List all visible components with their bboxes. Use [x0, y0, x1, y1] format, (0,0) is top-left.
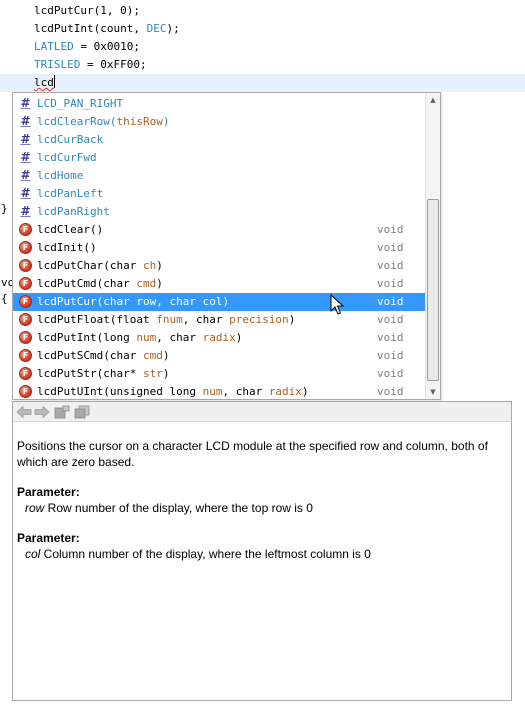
- forward-arrow-icon[interactable]: [34, 405, 50, 419]
- return-type: void: [377, 367, 404, 380]
- goto-declaration-icon[interactable]: [54, 405, 70, 419]
- hash-icon: #: [20, 150, 31, 164]
- parameter-heading: Parameter:: [17, 485, 80, 499]
- parameter-block: Parameter: col Column number of the disp…: [17, 530, 507, 562]
- completion-item[interactable]: # lcdPanRight: [13, 203, 425, 221]
- completion-signature: lcdCurFwd: [37, 151, 97, 164]
- completion-signature: lcdPutCur(char row, char col): [37, 295, 230, 308]
- function-icon: F: [19, 259, 32, 272]
- hash-icon: #: [20, 114, 31, 128]
- completion-item[interactable]: FlcdInit() void: [13, 239, 425, 257]
- code-line[interactable]: TRISLED = 0xFF00;: [34, 56, 147, 74]
- return-type: void: [377, 223, 404, 236]
- completion-signature: lcdPanLeft: [37, 187, 104, 200]
- completion-item[interactable]: FlcdPutSCmd(char cmd) void: [13, 347, 425, 365]
- completion-signature: LCD_PAN_RIGHT: [37, 97, 124, 110]
- function-icon: F: [19, 277, 32, 290]
- completion-item[interactable]: FlcdPutFloat(float fnum, char precision)…: [13, 311, 425, 329]
- code-line[interactable]: lcdPutInt(count, DEC);: [34, 20, 180, 38]
- copy-icon[interactable]: [74, 405, 90, 419]
- completion-item[interactable]: FlcdPutCur(char row, char col) void: [13, 293, 425, 311]
- completion-popup[interactable]: # LCD_PAN_RIGHT # lcdClearRow(thisRow) # lcdC…: [12, 92, 441, 400]
- current-code-line[interactable]: lcd: [0, 74, 525, 92]
- back-arrow-icon[interactable]: [16, 405, 32, 419]
- parameter-heading: Parameter:: [17, 531, 80, 545]
- text-caret: [53, 75, 55, 88]
- parameter-name: row: [25, 501, 45, 515]
- return-type: void: [377, 277, 404, 290]
- hash-icon: #: [20, 96, 31, 110]
- scrollbar-thumb[interactable]: [427, 199, 439, 381]
- hash-icon: #: [20, 204, 31, 218]
- return-type: void: [377, 241, 404, 254]
- parameter-description: col Column number of the display, where …: [25, 547, 371, 561]
- hash-icon: #: [20, 168, 31, 182]
- return-type: void: [377, 313, 404, 326]
- return-type: void: [377, 259, 404, 272]
- function-icon: F: [19, 223, 32, 236]
- completion-item[interactable]: FlcdPutChar(char ch) void: [13, 257, 425, 275]
- completion-item[interactable]: # lcdHome: [13, 167, 425, 185]
- completion-signature: lcdPutUInt(unsigned long num, char radix…: [37, 385, 309, 398]
- return-type: void: [377, 331, 404, 344]
- function-icon: F: [19, 367, 32, 380]
- parameter-name: col: [25, 547, 41, 561]
- completion-item[interactable]: # lcdCurFwd: [13, 149, 425, 167]
- completion-signature: lcdClear(): [37, 223, 104, 236]
- scroll-up-arrow-icon[interactable]: ▲: [426, 93, 440, 107]
- completion-signature: lcdPutSCmd(char cmd): [37, 349, 170, 362]
- function-icon: F: [19, 241, 32, 254]
- completion-item[interactable]: # LCD_PAN_RIGHT: [13, 95, 425, 113]
- function-icon: F: [19, 385, 32, 398]
- completion-signature: lcdPanRight: [37, 205, 110, 218]
- hash-icon: #: [20, 186, 31, 200]
- completion-signature: lcdPutInt(long num, char radix): [37, 331, 243, 344]
- completion-scrollbar[interactable]: ▲ ▼: [425, 93, 440, 399]
- hash-icon: #: [20, 132, 31, 146]
- completion-signature: lcdHome: [37, 169, 84, 182]
- parameter-description: row Row number of the display, where the…: [25, 501, 313, 515]
- completion-item[interactable]: # lcdPanLeft: [13, 185, 425, 203]
- completion-item[interactable]: FlcdPutInt(long num, char radix) void: [13, 329, 425, 347]
- mouse-pointer-icon: [330, 294, 344, 315]
- completion-signature: lcdClearRow(thisRow): [37, 115, 170, 128]
- function-icon: F: [19, 349, 32, 362]
- return-type: void: [377, 295, 404, 308]
- return-type: void: [377, 349, 404, 362]
- completion-item[interactable]: FlcdClear() void: [13, 221, 425, 239]
- function-icon: F: [19, 331, 32, 344]
- function-icon: F: [19, 295, 32, 308]
- code-line[interactable]: lcdPutCur(1, 0);: [34, 2, 140, 20]
- code-fragment: {: [1, 292, 8, 305]
- completion-signature: lcdInit(): [37, 241, 97, 254]
- return-type: void: [377, 385, 404, 398]
- completion-item[interactable]: # lcdClearRow(thisRow): [13, 113, 425, 131]
- function-icon: F: [19, 313, 32, 326]
- completion-item[interactable]: FlcdPutStr(char* str) void: [13, 365, 425, 383]
- documentation-toolbar: [13, 402, 511, 422]
- completion-item[interactable]: FlcdPutCmd(char cmd) void: [13, 275, 425, 293]
- completion-signature: lcdPutChar(char ch): [37, 259, 163, 272]
- parameter-block: Parameter: row Row number of the display…: [17, 484, 507, 516]
- scroll-down-arrow-icon[interactable]: ▼: [426, 385, 440, 399]
- function-description: Positions the cursor on a character LCD …: [17, 439, 488, 469]
- documentation-panel: Positions the cursor on a character LCD …: [12, 401, 512, 701]
- documentation-body: Positions the cursor on a character LCD …: [17, 438, 507, 576]
- typed-prefix: lcd: [34, 76, 54, 89]
- completion-item[interactable]: # lcdCurBack: [13, 131, 425, 149]
- code-line[interactable]: LATLED = 0x0010;: [34, 38, 140, 56]
- code-fragment: }: [1, 202, 8, 215]
- completion-signature: lcdPutCmd(char cmd): [37, 277, 163, 290]
- completion-list[interactable]: # LCD_PAN_RIGHT # lcdClearRow(thisRow) # lcdC…: [13, 95, 425, 401]
- completion-signature: lcdPutStr(char* str): [37, 367, 170, 380]
- completion-signature: lcdPutFloat(float fnum, char precision): [37, 313, 296, 326]
- completion-item[interactable]: FlcdPutUInt(unsigned long num, char radi…: [13, 383, 425, 401]
- completion-signature: lcdCurBack: [37, 133, 104, 146]
